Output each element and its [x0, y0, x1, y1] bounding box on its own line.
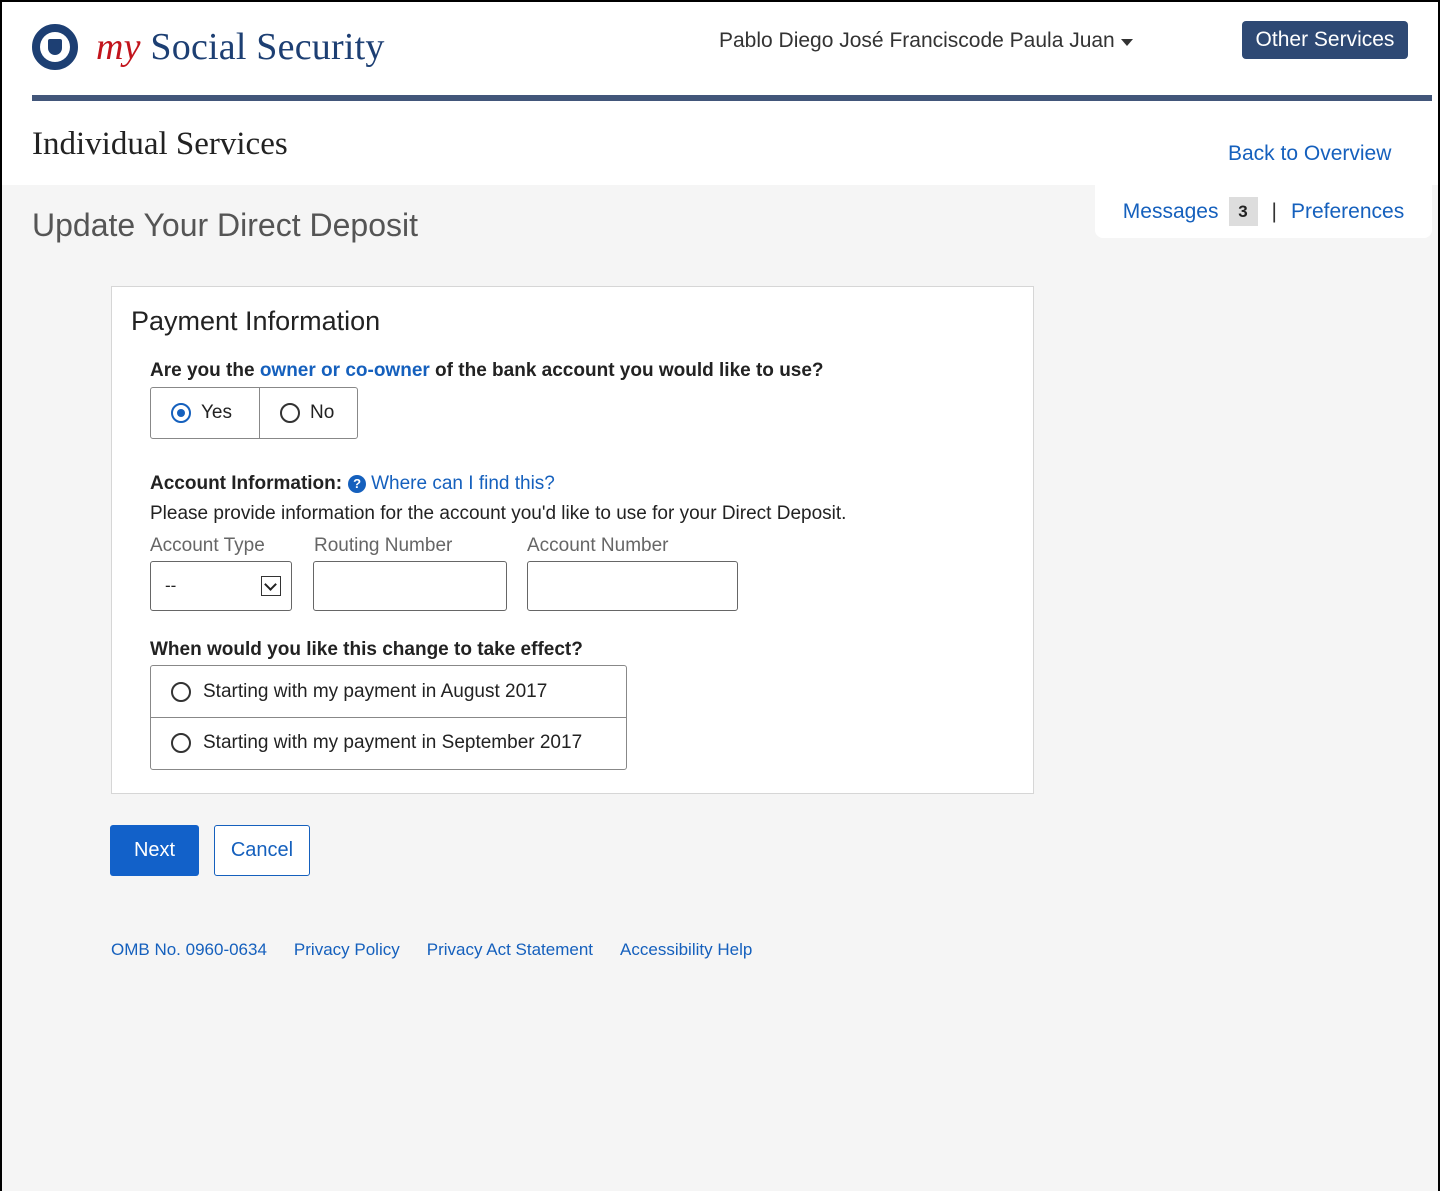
footer-link-accessibility[interactable]: Accessibility Help: [620, 940, 752, 960]
effect-radio-group: Starting with my payment in August 2017 …: [150, 665, 627, 770]
chevron-down-icon[interactable]: [261, 576, 281, 596]
footer-link-omb[interactable]: OMB No. 0960-0634: [111, 940, 267, 960]
cancel-button[interactable]: Cancel: [214, 825, 310, 876]
owner-co-owner-link[interactable]: owner or co-owner: [260, 360, 430, 381]
owner-option-no[interactable]: No: [259, 388, 357, 438]
routing-number-input[interactable]: [313, 561, 507, 611]
user-menu[interactable]: Pablo Diego José Franciscode Paula Juan: [719, 29, 1133, 53]
owner-question: Are you the owner or co-owner of the ban…: [150, 360, 824, 382]
footer-links: OMB No. 0960-0634 Privacy Policy Privacy…: [111, 940, 752, 960]
effect-question: When would you like this change to take …: [150, 639, 583, 660]
effect-option-september[interactable]: Starting with my payment in September 20…: [151, 717, 626, 768]
site-logo[interactable]: my Social Security: [32, 24, 385, 70]
help-link-label: Where can I find this?: [371, 473, 555, 494]
effect-option-label: Starting with my payment in September 20…: [203, 732, 583, 753]
page-frame: my Social Security Pablo Diego José Fran…: [0, 0, 1440, 1191]
where-can-i-find-this-link[interactable]: ? Where can I find this?: [348, 473, 555, 495]
messages-preferences-bar: Messages 3 | Preferences: [1095, 185, 1432, 238]
ssa-seal-icon: [32, 24, 78, 70]
separator: |: [1271, 199, 1277, 223]
account-description: Please provide information for the accou…: [150, 503, 847, 524]
brand-my: my: [96, 26, 141, 68]
owner-radio-group: Yes No: [150, 387, 358, 439]
owner-option-label: Yes: [201, 402, 232, 423]
user-name-label: Pablo Diego José Franciscode Paula Juan: [719, 29, 1115, 52]
account-number-label: Account Number: [527, 535, 669, 556]
radio-unchecked-icon[interactable]: [171, 733, 191, 753]
next-button[interactable]: Next: [110, 825, 199, 876]
owner-question-post: of the bank account you would like to us…: [429, 360, 824, 381]
radio-checked-icon[interactable]: [171, 403, 191, 423]
effect-option-august[interactable]: Starting with my payment in August 2017: [151, 666, 626, 717]
effect-option-label: Starting with my payment in August 2017: [203, 680, 548, 702]
routing-number-label: Routing Number: [314, 535, 453, 556]
owner-option-yes[interactable]: Yes: [151, 388, 259, 438]
caret-down-icon: [1120, 38, 1133, 46]
header-divider: [32, 95, 1432, 101]
account-type-label: Account Type: [150, 535, 265, 556]
site-header: my Social Security Pablo Diego José Fran…: [2, 2, 1438, 185]
account-type-value: --: [165, 576, 177, 595]
radio-unchecked-icon[interactable]: [280, 403, 300, 423]
account-info-heading: Account Information:: [150, 473, 343, 494]
account-type-select[interactable]: --: [150, 561, 292, 611]
payment-information-card: Payment Information Are you the owner or…: [111, 286, 1034, 794]
back-to-overview-link[interactable]: Back to Overview: [1228, 142, 1391, 166]
owner-question-pre: Are you the: [150, 360, 260, 381]
messages-count-badge[interactable]: 3: [1228, 197, 1258, 226]
brand-name: my Social Security: [96, 25, 385, 69]
question-circle-icon: ?: [348, 475, 367, 493]
owner-option-label: No: [310, 402, 335, 423]
card-title: Payment Information: [131, 306, 381, 336]
account-number-input[interactable]: [527, 561, 738, 611]
brand-social-security: Social Security: [140, 26, 385, 68]
messages-link[interactable]: Messages: [1123, 200, 1219, 224]
preferences-link[interactable]: Preferences: [1291, 200, 1404, 224]
page-title: Update Your Direct Deposit: [32, 207, 418, 243]
account-information-label: Account Information: ? Where can I find …: [150, 473, 555, 495]
section-title: Individual Services: [32, 126, 288, 162]
footer-link-privacy-policy[interactable]: Privacy Policy: [294, 940, 400, 960]
radio-unchecked-icon[interactable]: [171, 681, 191, 702]
other-services-button[interactable]: Other Services: [1242, 21, 1408, 59]
footer-link-privacy-act[interactable]: Privacy Act Statement: [427, 940, 593, 960]
